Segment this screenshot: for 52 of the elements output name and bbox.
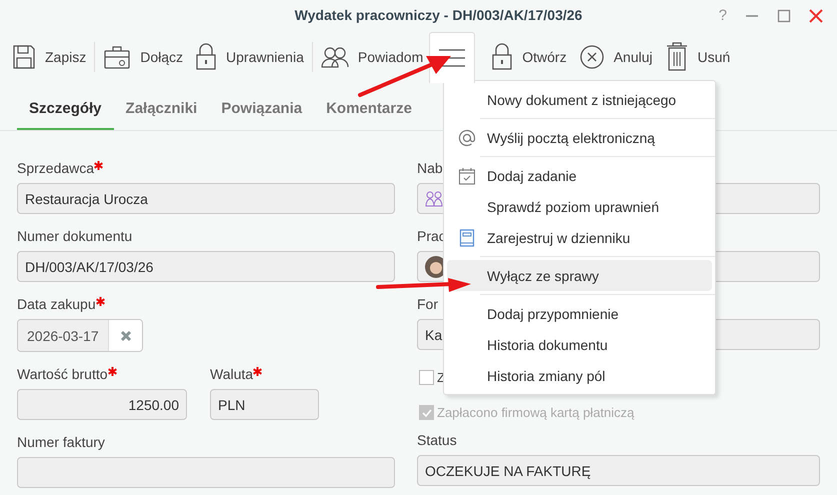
tab[interactable]: Komentarze — [314, 88, 424, 130]
toolbar-button[interactable]: Otwórz — [485, 32, 573, 82]
maximize-icon[interactable] — [777, 8, 791, 22]
field-label: Wartość brutto — [17, 366, 108, 382]
cancel-icon — [578, 44, 605, 70]
toolbar-button[interactable]: Dołącz — [97, 32, 190, 82]
field-label: Data zakupu — [17, 296, 96, 312]
input-field[interactable] — [17, 457, 395, 488]
checkbox[interactable] — [419, 370, 434, 385]
trash-icon — [664, 42, 688, 72]
briefcase-icon — [103, 44, 132, 70]
group-icon — [425, 190, 443, 206]
book-icon — [459, 228, 475, 246]
menu-item[interactable]: Wyłącz ze sprawy — [447, 260, 712, 291]
people-icon — [320, 45, 349, 69]
field-label: Numer dokumentu — [17, 228, 132, 244]
toolbar-button[interactable]: Anuluj — [572, 32, 658, 82]
at-icon — [458, 128, 476, 146]
menu-item[interactable]: Wyślij pocztą elektroniczną — [447, 122, 712, 153]
checkbox-label: Zapłacono firmową kartą płatniczą — [437, 405, 634, 420]
toolbar-button[interactable]: Uprawnienia — [189, 32, 310, 82]
menu-item[interactable]: Historia zmiany pól — [447, 360, 712, 391]
window-title: Wydatek pracowniczy - DH/003/AK/17/03/26 — [294, 7, 582, 23]
check-icon — [420, 406, 432, 418]
field-label: Sprzedawca — [17, 160, 94, 176]
toolbar-button[interactable]: Zapisz — [6, 32, 92, 82]
input-field[interactable]: PLN — [210, 389, 319, 420]
menu-item[interactable]: Zarejestruj w dzienniku — [447, 222, 712, 253]
menu-item[interactable]: Dodaj zadanie — [447, 160, 712, 191]
field-label: Waluta — [210, 366, 254, 382]
tab[interactable]: Szczegóły — [17, 88, 114, 130]
tab[interactable]: Powiązania — [209, 88, 314, 130]
tab[interactable]: Załączniki — [114, 88, 210, 130]
input-field[interactable]: DH/003/AK/17/03/26 — [17, 251, 395, 282]
toolbar-button[interactable]: Usuń — [658, 32, 736, 82]
menu-item[interactable]: Nowy dokument z istniejącego — [447, 84, 712, 115]
menu-item[interactable]: Historia dokumentu — [447, 329, 712, 360]
input-field[interactable]: Restauracja Urocza — [17, 183, 395, 214]
field-label: For — [417, 296, 438, 312]
field-label: Status — [417, 432, 457, 448]
menu-item[interactable]: Dodaj przypomnienie — [447, 298, 712, 329]
input-field[interactable]: 1250.00 — [17, 389, 187, 420]
lock-icon — [491, 43, 514, 71]
lock-icon — [195, 43, 218, 71]
input-field[interactable]: OCZEKUJE NA FAKTURĘ — [417, 455, 820, 486]
calendar-icon — [458, 166, 476, 184]
toolbar-button[interactable]: Powiadom — [314, 32, 430, 82]
close-icon[interactable] — [809, 8, 823, 22]
menu-item[interactable]: Sprawdź poziom uprawnień — [447, 191, 712, 222]
floppy-icon — [12, 44, 36, 70]
field-label: Numer faktury — [17, 434, 105, 450]
field-label: Nab — [417, 160, 443, 176]
